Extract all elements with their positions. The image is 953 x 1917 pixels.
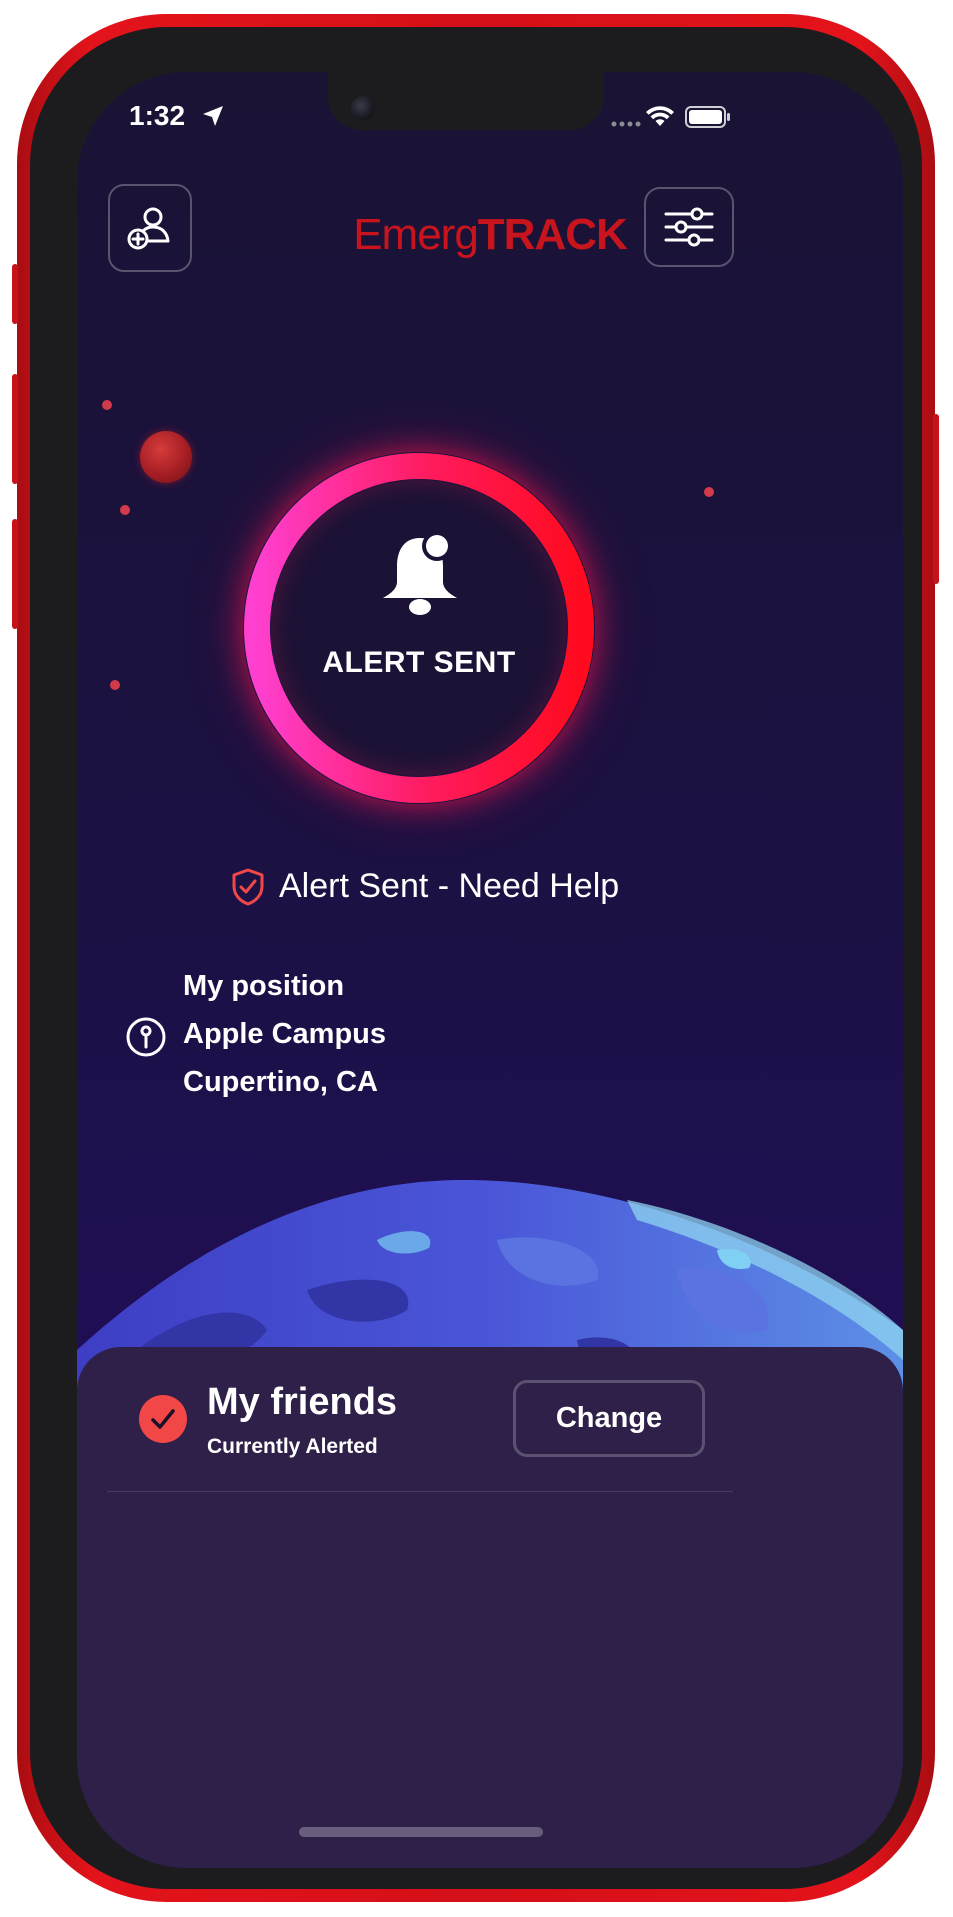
position-title: My position [183, 970, 345, 1002]
silent-switch [12, 264, 18, 324]
phone-frame: 1:32 EmergTRACK ALERT SENT Alert Sent - … [12, 14, 939, 1902]
power-button [933, 414, 939, 584]
map-pin-icon [126, 1017, 166, 1057]
planet-graphic [140, 431, 192, 483]
front-camera [351, 96, 375, 120]
logo-bold-text: TRACK [477, 210, 628, 259]
alert-status: Alert Sent - Need Help [231, 867, 619, 906]
app-logo: EmergTRACK [77, 210, 903, 260]
change-button[interactable]: Change [513, 1380, 705, 1457]
bell-icon [383, 531, 457, 615]
check-circle-icon [139, 1395, 187, 1443]
star-dot [704, 487, 714, 497]
volume-up-button [12, 374, 18, 484]
status-time: 1:32 [129, 100, 186, 131]
battery-icon [685, 106, 730, 128]
position-info: My position Apple Campus Cupertino, CA [183, 969, 386, 1113]
volume-down-button [12, 519, 18, 629]
alert-label: ALERT SENT [322, 646, 516, 679]
star-dot [102, 400, 112, 410]
cellular-icon [611, 121, 641, 127]
phone-bezel: 1:32 EmergTRACK ALERT SENT Alert Sent - … [30, 27, 922, 1889]
friends-card: My friends Currently Alerted Change [77, 1347, 903, 1868]
card-divider [107, 1491, 733, 1492]
wifi-icon [646, 106, 674, 126]
star-dot [110, 680, 120, 690]
location-arrow-icon [203, 106, 223, 126]
alert-button[interactable] [243, 452, 595, 804]
logo-light-text: Emerg [353, 210, 479, 259]
position-line-1: Apple Campus [183, 1018, 387, 1050]
friends-subtitle: Currently Alerted [207, 1435, 378, 1458]
app-screen: 1:32 EmergTRACK ALERT SENT Alert Sent - … [77, 72, 903, 1868]
home-indicator[interactable] [299, 1827, 543, 1837]
friends-title: My friends [207, 1381, 398, 1423]
shield-check-icon [232, 868, 264, 905]
position-line-2: Cupertino, CA [183, 1066, 378, 1098]
star-dot [120, 505, 130, 515]
alert-status-text: Alert Sent - Need Help [279, 867, 620, 905]
sliders-icon [664, 207, 714, 247]
settings-button[interactable] [644, 187, 734, 267]
alert-ring-center [271, 480, 567, 776]
